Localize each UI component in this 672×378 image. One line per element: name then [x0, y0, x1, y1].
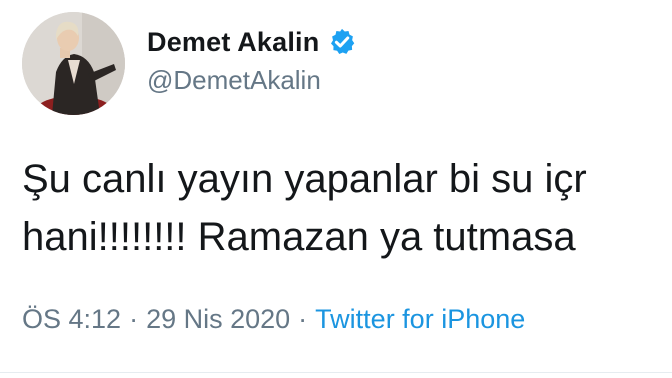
- meta-separator: ·: [129, 304, 139, 334]
- tweet-text-line: hani!!!!!!!! Ramazan ya tutmasa: [22, 215, 576, 259]
- display-name[interactable]: Demet Akalin: [147, 27, 319, 58]
- avatar[interactable]: [22, 12, 125, 115]
- divider: [0, 372, 672, 373]
- tweet-text: Şu canlı yayın yapanlar bi su içr hani!!…: [22, 150, 672, 266]
- profile-photo-icon: [22, 12, 125, 115]
- tweet-time[interactable]: ÖS 4:12: [22, 304, 121, 334]
- tweet-text-line: Şu canlı yayın yapanlar bi su içr: [22, 157, 587, 201]
- meta-separator: ·: [298, 304, 308, 334]
- user-handle[interactable]: @DemetAkalin: [147, 65, 321, 96]
- tweet-meta: ÖS 4:12 · 29 Nis 2020 · Twitter for iPhone: [22, 304, 525, 335]
- author-name-row: Demet Akalin: [147, 24, 357, 60]
- tweet-source-link[interactable]: Twitter for iPhone: [315, 304, 525, 334]
- verified-badge-icon: [327, 27, 357, 57]
- tweet-card: Demet Akalin @DemetAkalin Şu canlı yayın…: [0, 0, 672, 378]
- tweet-date[interactable]: 29 Nis 2020: [146, 304, 290, 334]
